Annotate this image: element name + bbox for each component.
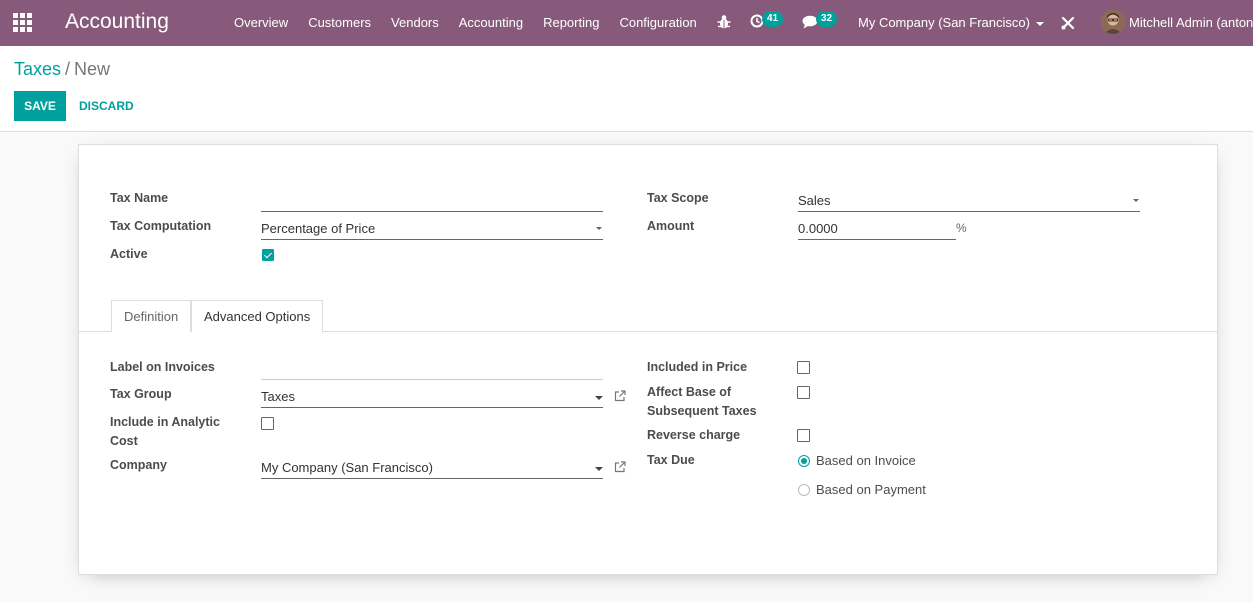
amount-unit: % xyxy=(956,221,967,235)
tax-due-invoice-label[interactable]: Based on Invoice xyxy=(816,453,916,468)
tax-computation-label: Tax Computation xyxy=(110,219,212,233)
menu-accounting[interactable]: Accounting xyxy=(449,0,533,46)
affect-base-label: Affect Base of Subsequent Taxes xyxy=(647,383,757,421)
affect-base-checkbox[interactable] xyxy=(797,386,810,399)
menu-reporting[interactable]: Reporting xyxy=(533,0,609,46)
tax-computation-select[interactable]: Percentage of Price xyxy=(261,220,603,240)
message-count-badge: 32 xyxy=(816,11,838,27)
menu-vendors[interactable]: Vendors xyxy=(381,0,449,46)
tab-advanced-options[interactable]: Advanced Options xyxy=(191,300,324,333)
tools-icon[interactable] xyxy=(1061,16,1075,30)
affect-base-label-line2: Subsequent Taxes xyxy=(647,404,757,418)
breadcrumb-taxes-link[interactable]: Taxes xyxy=(14,59,61,79)
active-label: Active xyxy=(110,247,148,261)
bug-icon[interactable] xyxy=(717,14,731,30)
tax-name-input[interactable] xyxy=(261,193,603,208)
amount-field[interactable] xyxy=(798,220,956,240)
external-link-icon[interactable] xyxy=(614,461,626,473)
tax-scope-value: Sales xyxy=(798,193,831,208)
tax-name-field[interactable] xyxy=(261,192,603,212)
tax-group-select[interactable]: Taxes xyxy=(261,388,603,408)
menu-customers[interactable]: Customers xyxy=(298,0,381,46)
included-in-price-label: Included in Price xyxy=(647,360,748,374)
main-menu: Overview Customers Vendors Accounting Re… xyxy=(224,0,707,46)
tax-name-label: Tax Name xyxy=(110,191,169,205)
breadcrumb: Taxes / New xyxy=(14,59,110,80)
top-navbar: Accounting Overview Customers Vendors Ac… xyxy=(0,0,1253,46)
menu-overview[interactable]: Overview xyxy=(224,0,298,46)
breadcrumb-separator: / xyxy=(65,59,71,79)
chevron-down-icon xyxy=(1035,21,1044,26)
external-link-icon[interactable] xyxy=(614,390,626,402)
label-on-invoices-label: Label on Invoices xyxy=(110,360,215,374)
company-switcher[interactable]: My Company (San Francisco) xyxy=(858,0,1044,46)
reverse-charge-checkbox[interactable] xyxy=(797,429,810,442)
company-label: Company xyxy=(110,458,167,472)
label-on-invoices-input[interactable] xyxy=(261,361,603,376)
chevron-down-icon xyxy=(595,396,603,400)
activity-count-badge: 41 xyxy=(762,11,784,27)
user-avatar[interactable] xyxy=(1101,10,1125,34)
tax-scope-select[interactable]: Sales xyxy=(798,192,1140,212)
tax-group-label: Tax Group xyxy=(110,387,172,401)
app-brand[interactable]: Accounting xyxy=(65,10,169,34)
discard-button[interactable]: DISCARD xyxy=(72,91,141,121)
include-analytic-label-line2: Cost xyxy=(110,434,138,448)
include-analytic-checkbox[interactable] xyxy=(261,417,274,430)
tax-due-payment-label[interactable]: Based on Payment xyxy=(816,482,926,497)
reverse-charge-label: Reverse charge xyxy=(647,428,741,442)
affect-base-label-line1: Affect Base of xyxy=(647,385,732,399)
tax-due-invoice-radio[interactable] xyxy=(798,455,810,467)
company-value: My Company (San Francisco) xyxy=(261,460,433,475)
tax-due-label: Tax Due xyxy=(647,453,695,467)
company-select[interactable]: My Company (San Francisco) xyxy=(261,459,603,479)
save-button[interactable]: SAVE xyxy=(14,91,66,121)
menu-configuration[interactable]: Configuration xyxy=(609,0,706,46)
active-checkbox[interactable] xyxy=(262,249,274,261)
tax-group-value: Taxes xyxy=(261,389,295,404)
tax-scope-label: Tax Scope xyxy=(647,191,709,205)
form-sheet: Tax Name Tax Computation Percentage of P… xyxy=(78,144,1218,575)
included-in-price-checkbox[interactable] xyxy=(797,361,810,374)
company-switcher-label: My Company (San Francisco) xyxy=(858,15,1030,30)
include-analytic-label: Include in Analytic Cost xyxy=(110,413,220,451)
tab-definition[interactable]: Definition xyxy=(111,300,192,332)
control-panel: Taxes / New SAVE DISCARD xyxy=(0,46,1253,132)
amount-input[interactable] xyxy=(798,221,956,236)
include-analytic-label-line1: Include in Analytic xyxy=(110,415,220,429)
tax-due-payment-radio[interactable] xyxy=(798,484,810,496)
user-menu[interactable]: Mitchell Admin (anton xyxy=(1129,0,1253,46)
amount-label: Amount xyxy=(647,219,695,233)
chevron-down-icon xyxy=(1133,199,1139,202)
breadcrumb-current: New xyxy=(74,59,111,79)
chevron-down-icon xyxy=(595,467,603,471)
tax-computation-value: Percentage of Price xyxy=(261,221,376,236)
apps-grid-icon[interactable] xyxy=(13,13,32,32)
label-on-invoices-field[interactable] xyxy=(261,360,603,380)
chevron-down-icon xyxy=(596,227,602,230)
